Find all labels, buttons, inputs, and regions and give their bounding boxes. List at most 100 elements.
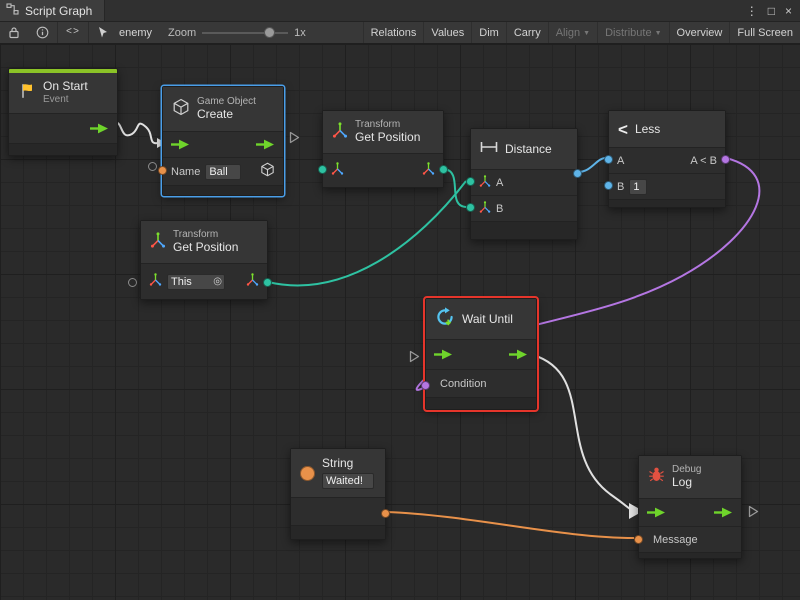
node-header: < Less xyxy=(609,111,725,147)
node-header: Game Object Create xyxy=(163,87,283,131)
window-menu-icon[interactable]: ⋮ xyxy=(746,4,758,18)
node-wait-until[interactable]: Wait Until Condition xyxy=(425,298,537,410)
zoom-slider[interactable] xyxy=(202,22,288,43)
graph-target-name[interactable]: enemy xyxy=(117,27,162,39)
node-create-game-object[interactable]: Game Object Create Name xyxy=(162,86,284,196)
unconnected-port-indicator[interactable] xyxy=(148,162,157,171)
distance-output-port[interactable] xyxy=(573,169,582,178)
button-label: Relations xyxy=(371,27,417,39)
name-value-field[interactable] xyxy=(205,164,241,180)
input-a-label: A xyxy=(617,155,624,167)
target-icon[interactable]: ◎ xyxy=(213,276,222,287)
b-value-field[interactable] xyxy=(629,179,647,195)
input-port-a[interactable] xyxy=(466,177,475,186)
node-less[interactable]: < Less A A < B B xyxy=(608,110,726,208)
input-port-b[interactable] xyxy=(466,203,475,212)
info-icon[interactable] xyxy=(28,22,57,43)
exec-input-port[interactable] xyxy=(434,349,453,360)
result-output-port[interactable] xyxy=(721,155,730,164)
button-label: Distribute xyxy=(605,27,651,39)
input-port-b[interactable] xyxy=(604,181,613,190)
exec-output-port[interactable] xyxy=(90,123,109,134)
node-debug-log[interactable]: Debug Log Message xyxy=(638,455,742,559)
graph-canvas[interactable]: On Start Event Game Object Create xyxy=(0,44,800,600)
node-distance[interactable]: Distance A B xyxy=(470,128,578,240)
name-port-label: Name xyxy=(171,166,200,178)
port-row: ◎ xyxy=(141,263,267,299)
node-title: Create xyxy=(197,108,256,122)
node-header: Transform Get Position xyxy=(323,111,443,153)
position-output-port[interactable] xyxy=(439,165,448,174)
string-icon xyxy=(300,466,315,481)
exec-input-port[interactable] xyxy=(647,507,666,518)
node-title: Get Position xyxy=(173,241,238,255)
node-get-position-2[interactable]: Transform Get Position ◎ xyxy=(140,220,268,300)
exec-output-port[interactable] xyxy=(509,349,528,360)
wire-distance-to-less-a[interactable] xyxy=(578,158,606,172)
close-icon[interactable]: × xyxy=(785,4,792,18)
string-value-field[interactable] xyxy=(322,473,374,489)
full-screen-button[interactable]: Full Screen xyxy=(729,22,800,43)
zoom-slider-knob[interactable] xyxy=(264,27,275,38)
flag-icon xyxy=(18,82,36,105)
title-bar: Script Graph ⋮ □ × xyxy=(0,0,800,22)
node-footer xyxy=(639,552,741,558)
less-icon: < xyxy=(618,121,628,138)
flow-arrow-indicator xyxy=(748,505,759,523)
distribute-button[interactable]: Distribute ▼ xyxy=(597,22,668,43)
node-header: On Start Event xyxy=(9,73,117,113)
condition-input-port[interactable] xyxy=(421,381,430,390)
unconnected-port-indicator[interactable] xyxy=(128,278,137,287)
port-row: B xyxy=(609,173,725,199)
toolbar-buttons: Relations Values Dim Carry Align▼ Distri… xyxy=(363,22,800,43)
lock-icon[interactable] xyxy=(0,22,28,43)
button-label: Dim xyxy=(479,27,499,39)
transform-input-icon xyxy=(149,273,162,291)
port-row xyxy=(323,153,443,187)
wire-getposition2-to-distance-a[interactable] xyxy=(268,181,466,285)
button-label: Carry xyxy=(514,27,541,39)
node-footer xyxy=(9,143,117,155)
values-button[interactable]: Values xyxy=(423,22,471,43)
input-b-label: B xyxy=(617,181,624,193)
tab-script-graph[interactable]: Script Graph xyxy=(0,0,105,21)
node-string-literal[interactable]: String xyxy=(290,448,386,540)
node-get-position-1[interactable]: Transform Get Position xyxy=(322,110,444,188)
string-output-port[interactable] xyxy=(381,509,390,518)
node-on-start-event[interactable]: On Start Event xyxy=(8,68,118,156)
zoom-value: 1x xyxy=(288,27,312,39)
node-footer xyxy=(609,199,725,207)
distance-icon xyxy=(480,140,498,158)
input-port-a[interactable] xyxy=(604,155,613,164)
exec-input-port[interactable] xyxy=(171,139,190,150)
cube-icon xyxy=(172,98,190,121)
node-title: Distance xyxy=(505,142,552,156)
carry-button[interactable]: Carry xyxy=(506,22,548,43)
game-object-output-icon[interactable] xyxy=(260,162,275,182)
this-input-port[interactable] xyxy=(318,165,327,174)
zoom-label: Zoom xyxy=(162,27,202,39)
code-view-icon[interactable]: <> xyxy=(58,22,88,43)
message-label: Message xyxy=(653,534,698,546)
wire-string-to-debuglog-message[interactable] xyxy=(386,512,634,538)
overview-button[interactable]: Overview xyxy=(669,22,730,43)
node-title: On Start xyxy=(43,80,88,94)
exec-output-port[interactable] xyxy=(714,507,733,518)
zoom-slider-track[interactable] xyxy=(202,32,288,34)
node-title: String xyxy=(322,457,374,471)
chevron-down-icon: ▼ xyxy=(655,30,662,37)
name-input-port[interactable] xyxy=(158,166,167,175)
relations-button[interactable]: Relations xyxy=(363,22,424,43)
port-row xyxy=(9,113,117,143)
port-row: A xyxy=(471,169,577,195)
wire-waituntil-to-debuglog[interactable] xyxy=(533,355,630,509)
dim-button[interactable]: Dim xyxy=(471,22,506,43)
align-button[interactable]: Align▼ xyxy=(548,22,597,43)
port-row: B xyxy=(471,195,577,221)
exec-output-port[interactable] xyxy=(256,139,275,150)
position-output-port[interactable] xyxy=(263,278,272,287)
message-input-port[interactable] xyxy=(634,535,643,544)
wire-getposition1-to-distance-b[interactable] xyxy=(444,169,466,207)
maximize-icon[interactable]: □ xyxy=(768,4,775,18)
graph-toolbar: <> enemy Zoom 1x Relations Values Dim Ca… xyxy=(0,22,800,44)
